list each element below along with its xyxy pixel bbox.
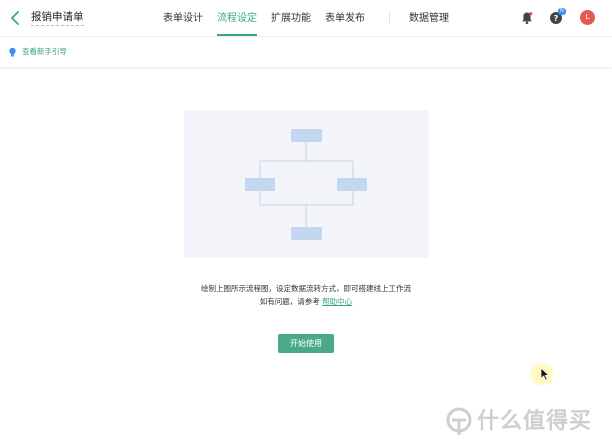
back-arrow-icon[interactable]: [9, 10, 21, 26]
workflow-illustration: [184, 110, 429, 258]
tab-form-publish[interactable]: 表单发布: [325, 12, 365, 25]
tab-extensions[interactable]: 扩展功能: [271, 12, 311, 25]
description-text: 如有问题，请参考: [259, 297, 323, 306]
flow-node-start: [291, 129, 322, 142]
mouse-cursor-icon: [540, 367, 550, 381]
guide-link-label: 查看新手引导: [22, 47, 67, 56]
form-title[interactable]: 报销申请单: [31, 11, 84, 26]
description-line-2: 如有问题，请参考 帮助中心: [0, 297, 612, 307]
sub-bar: 查看新手引导: [0, 37, 612, 68]
svg-text:?: ?: [554, 14, 559, 23]
flow-node-left: [245, 178, 275, 191]
flow-node-right: [337, 178, 367, 191]
flow-node-end: [291, 227, 322, 240]
top-bar: 报销申请单 表单设计 流程设定 扩展功能 表单发布 数据管理 ? N L: [0, 0, 612, 37]
tab-data-management[interactable]: 数据管理: [409, 12, 449, 25]
description-line-1: 绘制上图所示流程图，设定数据流转方式，即可搭建线上工作流: [201, 284, 411, 293]
watermark: 什么值得买: [445, 405, 607, 439]
active-tab-indicator: [217, 34, 257, 36]
watermark-text: 什么值得买: [477, 409, 593, 434]
bell-icon[interactable]: [520, 11, 534, 25]
flowchart-graphic: [245, 129, 367, 240]
start-button[interactable]: 开始使用: [278, 334, 334, 353]
nav-divider: [389, 12, 390, 24]
tab-workflow-settings[interactable]: 流程设定: [217, 12, 257, 25]
tab-form-design[interactable]: 表单设计: [163, 12, 203, 25]
help-badge: N: [558, 8, 566, 15]
watermark-logo-icon: [446, 407, 472, 435]
help-center-link[interactable]: 帮助中心: [322, 297, 352, 306]
lightbulb-icon: [9, 47, 16, 57]
avatar[interactable]: L: [580, 10, 595, 25]
